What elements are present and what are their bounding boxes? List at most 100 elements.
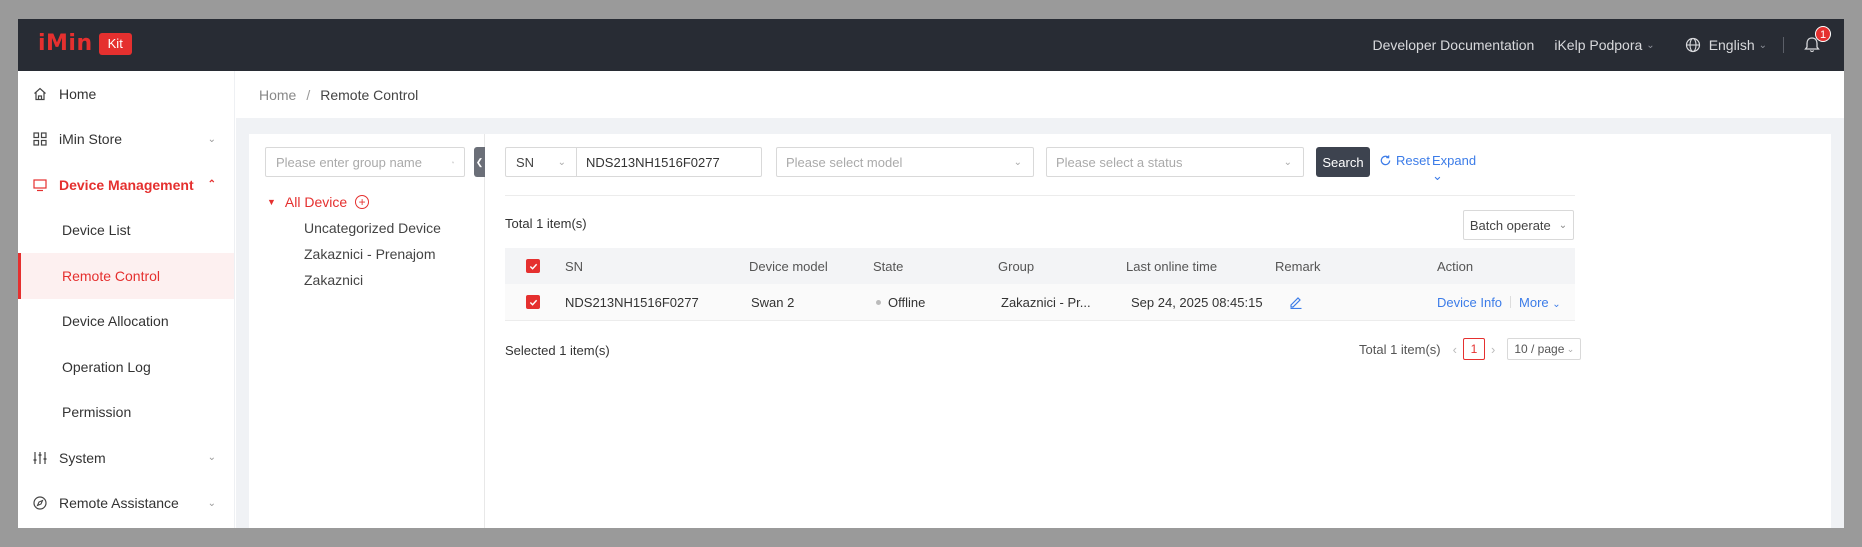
column-header-state: State [873, 258, 904, 274]
sidebar-item-label: Remote Assistance [59, 495, 179, 512]
device-table: SN Device model State Group Last online … [505, 248, 1575, 321]
sidebar-item-remote-assistance[interactable]: Remote Assistance ⌄ [18, 481, 234, 527]
expand-button[interactable]: Expand ⌄ [1432, 153, 1476, 184]
row-checkbox[interactable] [526, 284, 540, 320]
logo[interactable]: iMin Kit [38, 31, 132, 57]
sidebar-item-label: Operation Log [62, 358, 151, 375]
cell-model: Swan 2 [751, 294, 795, 310]
tree-item-zakaznici[interactable]: Zakaznici [304, 272, 363, 288]
cell-last-online: Sep 24, 2025 08:45:15 [1131, 294, 1263, 310]
refresh-icon [1380, 155, 1391, 166]
language-selector[interactable]: English ⌄ [1685, 37, 1767, 53]
column-header-sn: SN [565, 258, 584, 274]
group-panel: ❮ ▼ All Device + Uncategorized Device Za… [249, 134, 485, 528]
checkbox-checked [526, 295, 540, 309]
search-field-select[interactable]: SN ⌄ [505, 147, 577, 177]
breadcrumb-home[interactable]: Home [259, 87, 296, 103]
more-actions-button[interactable]: More ⌄ [1519, 295, 1561, 310]
group-search-input[interactable] [276, 154, 452, 170]
sidebar-item-permission[interactable]: Permission [18, 390, 234, 436]
tree-item-label: All Device [284, 194, 348, 210]
device-info-link[interactable]: Device Info [1437, 295, 1502, 310]
sidebar-item-system[interactable]: System ⌄ [18, 435, 234, 481]
sidebar-item-remote-control[interactable]: Remote Control [18, 253, 234, 299]
cell-sn: NDS213NH1516F0277 [565, 294, 699, 310]
column-header-group: Group [998, 258, 1035, 274]
sidebar-item-label: Permission [62, 404, 132, 421]
chevron-down-icon: ⌄ [207, 497, 216, 509]
chevron-down-icon: ⌄ [207, 452, 216, 464]
sidebar-item-operation-log[interactable]: Operation Log [18, 344, 234, 390]
state-label: Offline [888, 294, 926, 310]
status-dot [876, 299, 881, 305]
chevron-down-icon: ⌄ [557, 156, 566, 168]
page-size-select[interactable]: 10 / page ⌄ [1507, 338, 1582, 360]
logo-text: iMin [38, 31, 93, 56]
next-page-icon[interactable]: › [1491, 342, 1495, 357]
language-label: English [1708, 37, 1755, 53]
screenshot-frame: iMin Kit Developer Documentation iKelp P… [0, 0, 1862, 547]
chevron-down-icon: ⌄ [1013, 156, 1022, 168]
page-number[interactable]: 1 [1462, 338, 1485, 360]
action-divider [1510, 296, 1512, 308]
user-menu[interactable]: iKelp Podpora ⌄ [1554, 37, 1654, 53]
tree-item-all-device[interactable]: ▼ All Device + [267, 194, 370, 210]
breadcrumb-separator: / [306, 86, 311, 103]
sidebar-item-label: Device Management [59, 176, 194, 193]
sidebar-item-device-allocation[interactable]: Device Allocation [18, 299, 234, 345]
reset-button[interactable]: Reset [1379, 153, 1430, 168]
filter-divider [505, 195, 1575, 196]
compass-icon [32, 495, 48, 511]
page-size-label: 10 / page [1514, 342, 1565, 356]
chevron-down-icon: ⌄ [1566, 343, 1575, 354]
edit-remark-button[interactable] [1289, 284, 1303, 320]
sidebar: Home iMin Store ⌄ Device Management ⌃ De… [18, 71, 235, 528]
sidebar-item-label: Remote Control [62, 267, 161, 284]
chevron-down-icon: ⌄ [1646, 39, 1655, 51]
chevron-down-icon: ⌄ [207, 133, 216, 145]
model-placeholder: Please select model [786, 154, 903, 170]
notifications-button[interactable]: 1 [1802, 26, 1831, 55]
cell-state: Offline [876, 284, 925, 320]
sidebar-item-home[interactable]: Home [18, 71, 234, 117]
caret-down-icon: ▼ [267, 197, 276, 207]
breadcrumb: Home / Remote Control [236, 71, 1844, 118]
tree-item-uncategorized[interactable]: Uncategorized Device [304, 220, 441, 236]
column-header-last-online: Last online time [1126, 258, 1218, 274]
more-label: More [1519, 294, 1549, 310]
tree-item-zakaznici-prenajom[interactable]: Zakaznici - Prenajom [304, 246, 436, 262]
sidebar-item-label: System [59, 449, 106, 466]
content-card: ❮ ▼ All Device + Uncategorized Device Za… [249, 134, 1831, 528]
edit-icon [1290, 297, 1302, 309]
search-button[interactable]: Search [1316, 147, 1370, 177]
group-search-box [265, 147, 465, 177]
batch-operate-label: Batch operate [1469, 217, 1551, 233]
table-header: SN Device model State Group Last online … [505, 248, 1575, 284]
cell-actions: Device Info More ⌄ [1437, 284, 1561, 320]
prev-page-icon[interactable]: ‹ [1453, 342, 1457, 357]
select-all-checkbox[interactable] [526, 248, 540, 284]
sidebar-item-imin-store[interactable]: iMin Store ⌄ [18, 117, 234, 163]
table-row[interactable]: NDS213NH1516F0277 Swan 2 Offline Zakazni… [505, 284, 1575, 321]
grid-icon [32, 131, 48, 147]
status-placeholder: Please select a status [1056, 154, 1183, 170]
home-icon [32, 86, 48, 102]
chevron-left-icon: ❮ [475, 156, 484, 167]
sn-search-input[interactable] [576, 147, 762, 177]
search-icon[interactable] [452, 156, 454, 169]
column-header-model: Device model [749, 258, 828, 274]
chevron-down-icon: ⌄ [1552, 298, 1561, 310]
chevron-down-icon: ⌄ [1558, 219, 1568, 231]
sidebar-item-device-list[interactable]: Device List [18, 208, 234, 254]
model-select[interactable]: Please select model ⌄ [776, 147, 1034, 177]
status-select[interactable]: Please select a status ⌄ [1046, 147, 1304, 177]
add-group-icon[interactable]: + [355, 195, 370, 209]
chevron-down-icon: ⌄ [1283, 156, 1292, 168]
developer-docs-link[interactable]: Developer Documentation [1372, 37, 1534, 53]
monitor-icon [32, 177, 48, 193]
collapse-panel-button[interactable]: ❮ [474, 147, 485, 177]
batch-operate-button[interactable]: Batch operate ⌄ [1463, 210, 1574, 240]
chevron-down-icon: ⌄ [1432, 168, 1443, 183]
sliders-icon [32, 450, 48, 466]
sidebar-item-device-management[interactable]: Device Management ⌃ [18, 162, 234, 208]
